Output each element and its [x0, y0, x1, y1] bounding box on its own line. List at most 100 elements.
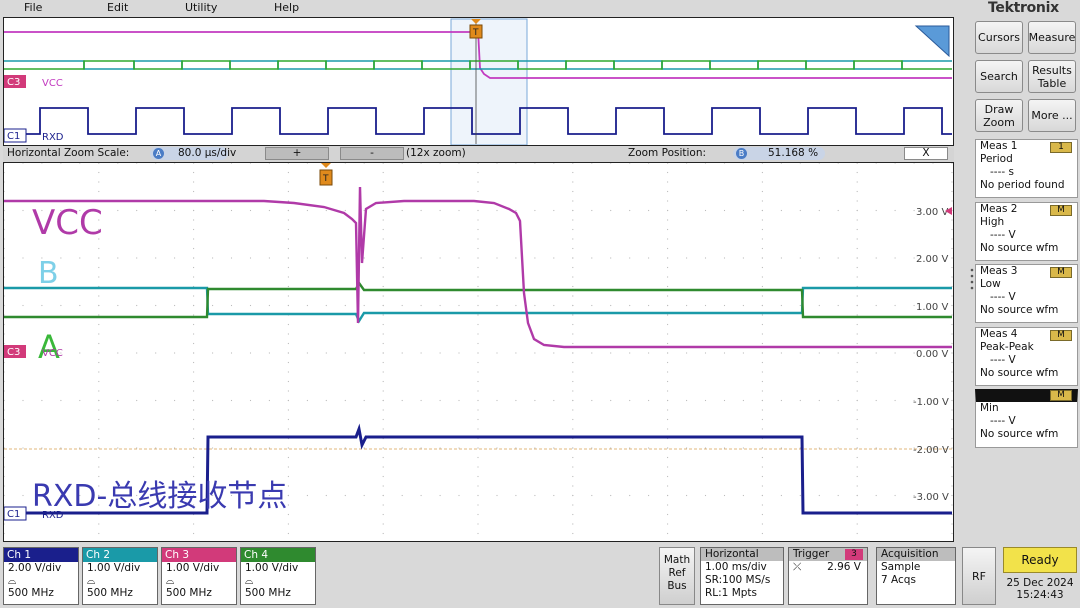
grid-dot — [856, 428, 858, 430]
acquisition-box[interactable]: Acquisition Sample 7 Acqs — [876, 547, 956, 605]
grid-dot — [287, 390, 289, 392]
grid-dot — [610, 447, 612, 449]
zoom-window[interactable] — [450, 18, 528, 145]
grid-dot — [136, 163, 138, 164]
zoom-in-button[interactable]: + — [265, 147, 329, 160]
grid-dot — [41, 399, 43, 402]
draw-zoom-button[interactable]: Draw Zoom — [975, 99, 1023, 132]
menu-utility[interactable]: Utility — [185, 0, 217, 15]
grid-dot — [401, 209, 403, 212]
meas-value: ---- V — [990, 229, 1016, 241]
grid-dot — [856, 304, 858, 307]
grid-dot — [420, 494, 422, 497]
grid-dot — [136, 447, 138, 449]
grid-dot — [610, 209, 612, 212]
results-table-button[interactable]: Results Table — [1028, 60, 1076, 93]
grid-dot — [761, 485, 764, 487]
channel-2-box[interactable]: Ch 2 1.00 V/div ⌓ 500 MHz — [82, 547, 158, 605]
grid-dot — [382, 390, 384, 392]
grid-dot — [515, 399, 517, 402]
grid-dot — [98, 466, 100, 468]
grid-dot — [155, 399, 157, 402]
grid-dot — [4, 418, 5, 421]
grid-dot — [723, 257, 726, 259]
overview-svg: C3 VCC C1 RXD T — [4, 18, 952, 145]
channel-1-coupling-icon: ⌓ — [8, 574, 17, 587]
rf-button[interactable]: RF — [962, 547, 996, 605]
channel-3-box[interactable]: Ch 3 1.00 V/div ⌓ 500 MHz — [161, 547, 237, 605]
meas-2-badge-panel[interactable]: Meas 2 M High ---- V No source wfm — [975, 202, 1078, 261]
grid-dot — [287, 247, 289, 250]
grid-dot — [648, 209, 650, 212]
search-button[interactable]: Search — [975, 60, 1023, 93]
grid-dot — [344, 304, 346, 307]
trigger-box[interactable]: Trigger 3 ⤫ 2.96 V — [788, 547, 868, 605]
grid-dot — [287, 456, 289, 459]
grid-dot — [818, 399, 820, 402]
overview-waveform[interactable]: C3 VCC C1 RXD T — [3, 17, 954, 146]
math-ref-bus-button[interactable]: Math Ref Bus — [659, 547, 695, 605]
meas-1-badge-panel[interactable]: Meas 1 1 Period ---- s No period found — [975, 139, 1078, 198]
meas-status: No source wfm — [980, 367, 1059, 379]
grid-dot — [382, 257, 384, 259]
grid-dot — [193, 371, 195, 373]
grid-dot — [572, 190, 574, 193]
grid-dot — [667, 456, 669, 459]
grid-dot — [761, 342, 764, 345]
grid-dot — [155, 352, 157, 354]
grid-dot — [477, 523, 479, 525]
meas-4-badge-panel[interactable]: Meas 4 M Peak-Peak ---- V No source wfm — [975, 327, 1078, 386]
zoom-close-button[interactable]: X — [904, 147, 948, 160]
grid-dot — [98, 418, 100, 421]
grid-dot — [572, 181, 574, 183]
channel-1-box[interactable]: Ch 1 2.00 V/div ⌓ 500 MHz — [3, 547, 79, 605]
zoom-scale-tag: A — [153, 148, 164, 159]
grid-dot — [382, 190, 384, 193]
grid-dot — [4, 304, 5, 307]
measure-button[interactable]: Measure — [1028, 21, 1076, 54]
acquisition-title: Acquisition — [877, 548, 955, 561]
horizontal-box[interactable]: Horizontal 1.00 ms/div SR:100 MS/s RL:1 … — [700, 547, 784, 605]
panel-collapse-handle[interactable] — [970, 266, 974, 296]
grid-dot — [4, 504, 5, 506]
overview-corner-icon[interactable] — [914, 25, 950, 58]
grid-dot — [723, 352, 726, 354]
meas-3-badge-panel[interactable]: Meas 3 M Low ---- V No source wfm — [975, 264, 1078, 323]
grid-dot — [287, 380, 289, 383]
grid-dot — [458, 163, 460, 164]
grid-dot — [382, 371, 384, 373]
grid-dot — [856, 295, 858, 297]
menu-help[interactable]: Help — [274, 0, 299, 15]
grid-dot — [591, 447, 593, 449]
grid-dot — [875, 494, 877, 497]
cursors-button[interactable]: Cursors — [975, 21, 1023, 54]
grid-dot — [287, 494, 289, 497]
channel-4-bw: 500 MHz — [245, 587, 291, 599]
meas-5-badge-panel[interactable]: M Min ---- V No source wfm — [975, 389, 1078, 448]
menu-file[interactable]: File — [24, 0, 42, 15]
grid-dot — [4, 523, 5, 525]
more-button[interactable]: More ... — [1028, 99, 1076, 132]
grid-dot — [951, 304, 953, 307]
grid-dot — [761, 513, 764, 516]
grid-dot — [249, 163, 252, 164]
zoom-out-button[interactable]: - — [340, 147, 404, 160]
grid-dot — [477, 285, 479, 288]
grid-dot — [553, 494, 555, 497]
grid-dot — [667, 504, 669, 506]
grid-dot — [4, 323, 5, 326]
trigger-source-badge: 3 — [845, 549, 863, 560]
grid-dot — [951, 219, 953, 221]
grid-dot — [667, 266, 669, 269]
grid-dot — [477, 485, 479, 487]
grid-dot — [477, 333, 479, 335]
main-waveform-plot[interactable]: T VCC B A RXD-总线接收节点 C3 VCC C1 RXD 3.00 … — [3, 162, 954, 542]
menu-edit[interactable]: Edit — [107, 0, 128, 15]
grid-dot — [780, 352, 783, 354]
grid-dot — [193, 390, 195, 392]
acquisition-mode: Sample — [881, 561, 921, 573]
grid-dot — [572, 285, 574, 288]
grid-dot — [249, 304, 252, 307]
channel-4-box[interactable]: Ch 4 1.00 V/div ⌓ 500 MHz — [240, 547, 316, 605]
grid-dot — [667, 247, 669, 250]
